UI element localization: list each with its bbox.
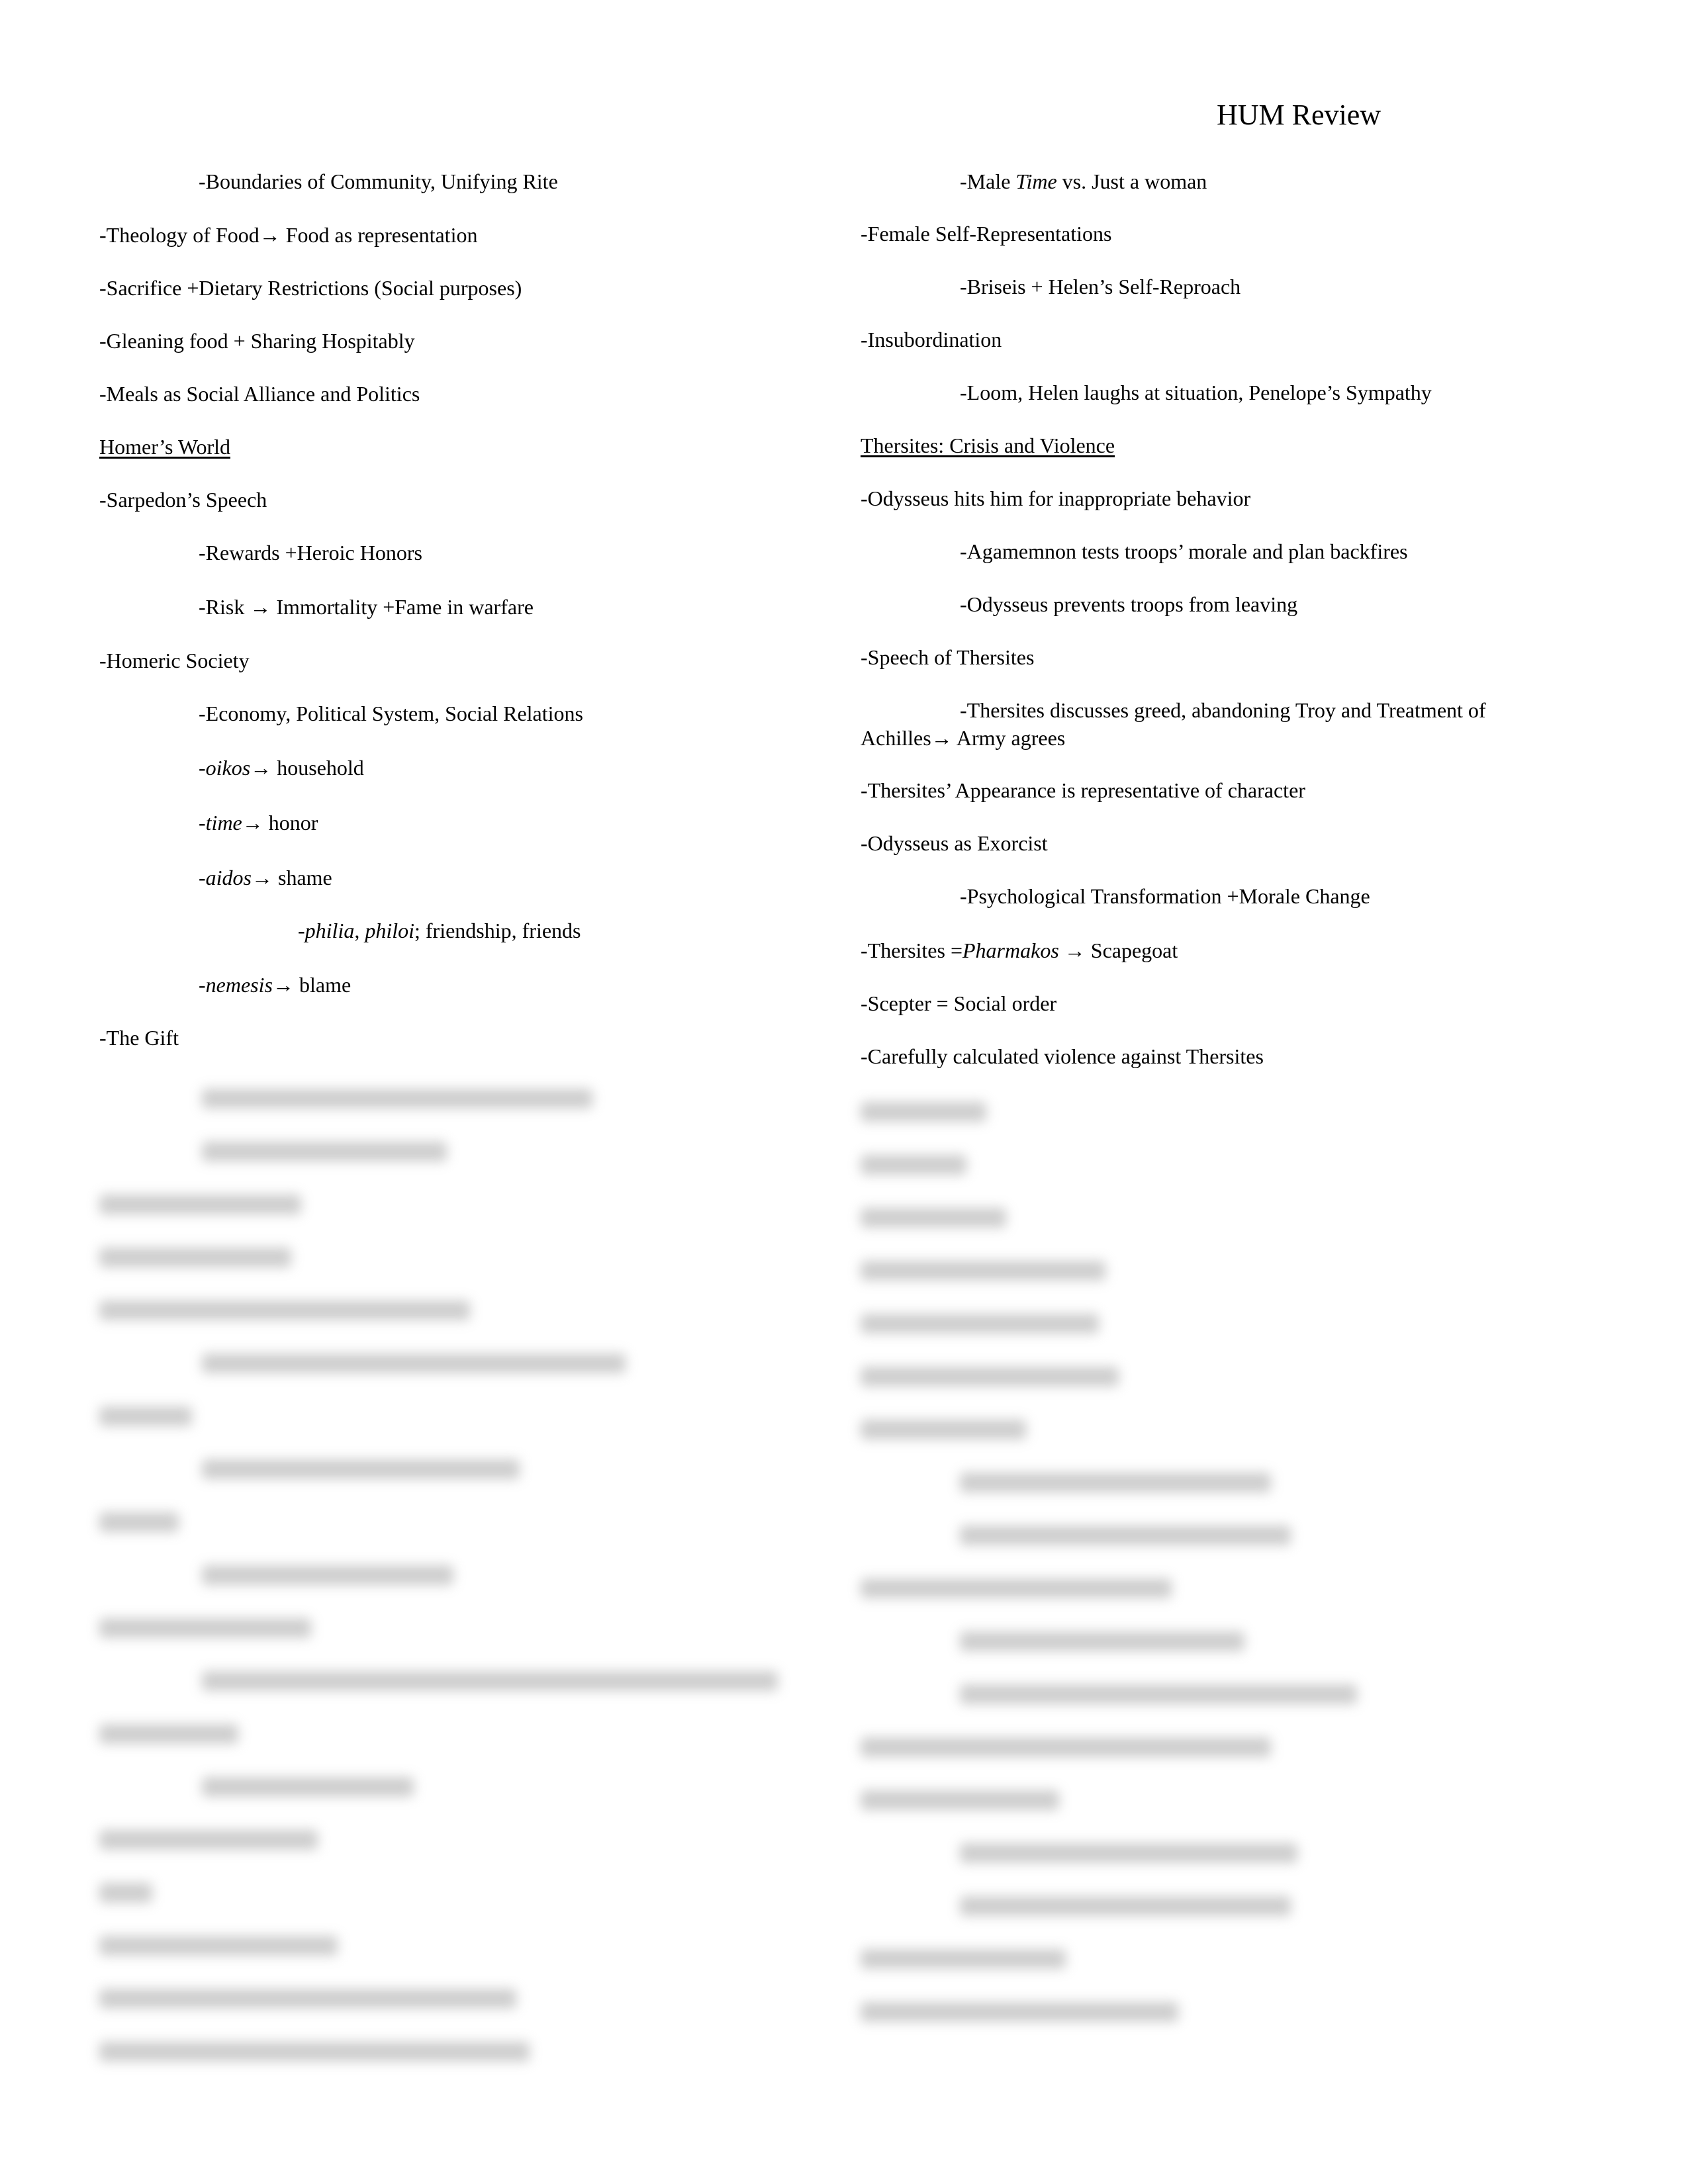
note-line: -Gleaning food + Sharing Hospitably [99,329,415,353]
blurred-line [99,1618,311,1638]
section-heading: Homer’s World [99,435,230,459]
note-line: -Meals as Social Alliance and Politics [99,382,420,406]
note-line: -Sarpedon’s Speech [99,488,267,512]
blurred-line [861,1102,986,1122]
note-line: -philia, philoi; friendship, friends [298,919,581,942]
note-line: -Risk → Immortality +Fame in warfare [199,595,534,619]
note-line: -Odysseus hits him for inappropriate beh… [861,486,1251,510]
blurred-line [861,1208,1006,1228]
arrow-icon: → [250,595,271,619]
note-line: -The Gift [99,1026,179,1050]
blurred-line [99,1300,470,1320]
note-line: -Psychological Transformation +Morale Ch… [960,884,1370,908]
note-line: -Odysseus as Exorcist [861,831,1048,855]
note-line: -Homeric Society [99,649,250,672]
blurred-line [202,1089,592,1109]
arrow-icon: → [252,866,273,889]
section-heading: Thersites: Crisis and Violence [861,433,1115,457]
note-line: -Scepter = Social order [861,991,1057,1015]
blurred-line [861,1261,1105,1281]
note-line: -Sacrifice +Dietary Restrictions (Social… [99,276,522,300]
blurred-line [861,2002,1178,2022]
note-line: -oikos→ household [199,756,364,780]
blurred-line [861,1420,1026,1439]
blurred-line [861,1155,966,1175]
blurred-preview-region [0,0,1688,2184]
note-line: -Female Self-Representations [861,222,1112,246]
note-line: -Carefully calculated violence against T… [861,1044,1264,1068]
blurred-line [99,1883,152,1903]
blurred-line [99,1512,179,1532]
blurred-line [99,1195,301,1214]
note-line: -Male Time vs. Just a woman [960,169,1207,193]
blurred-line [202,1565,453,1585]
arrow-icon: → [242,811,263,835]
blurred-line [202,1353,626,1373]
blurred-line [861,1949,1066,1969]
arrow-icon: → [1064,938,1086,962]
blurred-line [99,1406,192,1426]
note-line: -Rewards +Heroic Honors [199,541,422,565]
note-line: -Boundaries of Community, Unifying Rite [199,169,558,193]
note-line: -time→ honor [199,811,318,835]
blurred-line [99,1989,516,2009]
note-line: -Thersites =Pharmakos → Scapegoat [861,938,1178,962]
blurred-line [861,1790,1059,1810]
arrow-icon: → [272,973,294,997]
blurred-line [960,1473,1271,1492]
blurred-line [99,1830,318,1850]
blurred-line [861,1578,1172,1598]
blurred-line [202,1459,520,1479]
arrow-icon: → [259,223,281,247]
blurred-line [960,1843,1297,1863]
note-line: -Insubordination [861,328,1002,351]
blurred-line [202,1777,414,1797]
note-line: -Thersites discusses greed, abandoning T… [861,698,1486,750]
blurred-line [960,1525,1291,1545]
note-line: -Agamemnon tests troops’ morale and plan… [960,539,1408,563]
arrow-icon: → [931,726,953,750]
note-line: -Thersites’ Appearance is representative… [861,778,1305,802]
note-line: -Briseis + Helen’s Self-Reproach [960,275,1241,298]
blurred-line [99,1724,238,1744]
note-line: -Speech of Thersites [861,645,1035,669]
blurred-line [861,1737,1271,1757]
blurred-line [202,1142,447,1161]
note-line: -Odysseus prevents troops from leaving [960,592,1298,616]
blurred-line [960,1631,1244,1651]
note-line: -nemesis→ blame [199,973,352,997]
blurred-line [99,2042,530,2062]
blurred-line [99,1248,291,1267]
blurred-line [99,1936,338,1956]
blurred-line [960,1896,1291,1916]
note-line: -Loom, Helen laughs at situation, Penelo… [960,381,1432,404]
arrow-icon: → [250,756,272,780]
document-title: HUM Review [1217,99,1382,131]
blurred-line [861,1367,1119,1387]
blurred-line [202,1671,778,1691]
note-line: -Theology of Food→ Food as representatio… [99,223,478,247]
note-line: -Economy, Political System, Social Relat… [199,702,583,725]
blurred-line [960,1684,1357,1704]
blurred-line [861,1314,1099,1334]
note-line: -aidos→ shame [199,866,332,889]
